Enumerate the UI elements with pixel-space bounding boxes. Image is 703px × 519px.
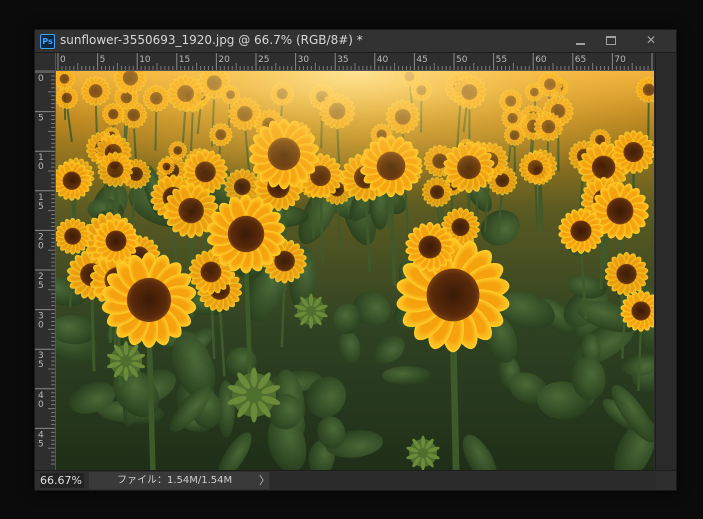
ruler-label: 25 — [258, 55, 269, 65]
ruler-label: 0 — [38, 74, 44, 84]
status-bar: 66.67% ファイル：1.54M/1.54M 〉 — [35, 470, 676, 490]
ruler-label: 40 — [377, 55, 389, 65]
ruler-label: 5 — [38, 114, 44, 124]
horizontal-ruler[interactable]: 051015202530354045505560657075 — [56, 53, 654, 71]
vertical-ruler-ticks: 051015202530354045 — [35, 71, 55, 465]
ruler-label: 10 — [139, 55, 151, 65]
zoom-level[interactable]: 66.67% — [40, 473, 84, 488]
ruler-label: 5 — [38, 281, 44, 291]
photoshop-icon: Ps — [40, 34, 55, 49]
document-title-bar[interactable]: Ps sunflower-3550693_1920.jpg @ 66.7% (R… — [35, 30, 676, 53]
ruler-label: 5 — [38, 202, 44, 212]
document-info[interactable]: ファイル：1.54M/1.54M — [89, 472, 269, 489]
horizontal-scrollbar[interactable] — [271, 472, 656, 489]
ruler-label: 5 — [38, 439, 44, 449]
minimize-button[interactable] — [565, 30, 595, 50]
ruler-label: 70 — [614, 55, 626, 65]
ruler-label: 65 — [575, 55, 586, 65]
chevron-right-icon[interactable]: 〉 — [259, 472, 270, 489]
minimize-icon — [575, 42, 585, 45]
close-icon: ✕ — [645, 33, 657, 47]
document-title: sunflower-3550693_1920.jpg @ 66.7% (RGB/… — [60, 33, 363, 47]
vertical-scrollbar[interactable] — [655, 53, 675, 470]
maximize-button[interactable] — [596, 30, 626, 50]
ruler-label: 45 — [416, 55, 427, 65]
ruler-label: 0 — [38, 400, 44, 410]
ruler-origin-corner[interactable] — [35, 53, 56, 71]
ruler-label: 55 — [496, 55, 507, 65]
ruler-label: 0 — [38, 162, 44, 172]
ruler-label: 0 — [60, 55, 66, 65]
ruler-label: 60 — [535, 55, 547, 65]
ruler-label: 0 — [38, 241, 44, 251]
file-size-text: ファイル：1.54M/1.54M — [117, 475, 233, 486]
horizontal-ruler-ticks: 051015202530354045505560657075 — [57, 53, 653, 70]
ruler-label: 0 — [38, 321, 44, 331]
ruler-label: 30 — [298, 55, 310, 65]
image-canvas[interactable] — [56, 71, 654, 470]
close-button[interactable]: ✕ — [629, 30, 673, 50]
ruler-label: 15 — [179, 55, 190, 65]
ruler-label: 50 — [456, 55, 468, 65]
ruler-label: 5 — [38, 360, 44, 370]
maximize-icon — [606, 36, 616, 45]
ruler-label: 5 — [100, 55, 106, 65]
ruler-label: 20 — [218, 55, 230, 65]
vertical-ruler[interactable]: 051015202530354045 — [35, 71, 56, 470]
sunflower-field-photo — [56, 71, 654, 470]
document-window: Ps sunflower-3550693_1920.jpg @ 66.7% (R… — [34, 29, 677, 491]
ruler-label: 35 — [337, 55, 348, 65]
